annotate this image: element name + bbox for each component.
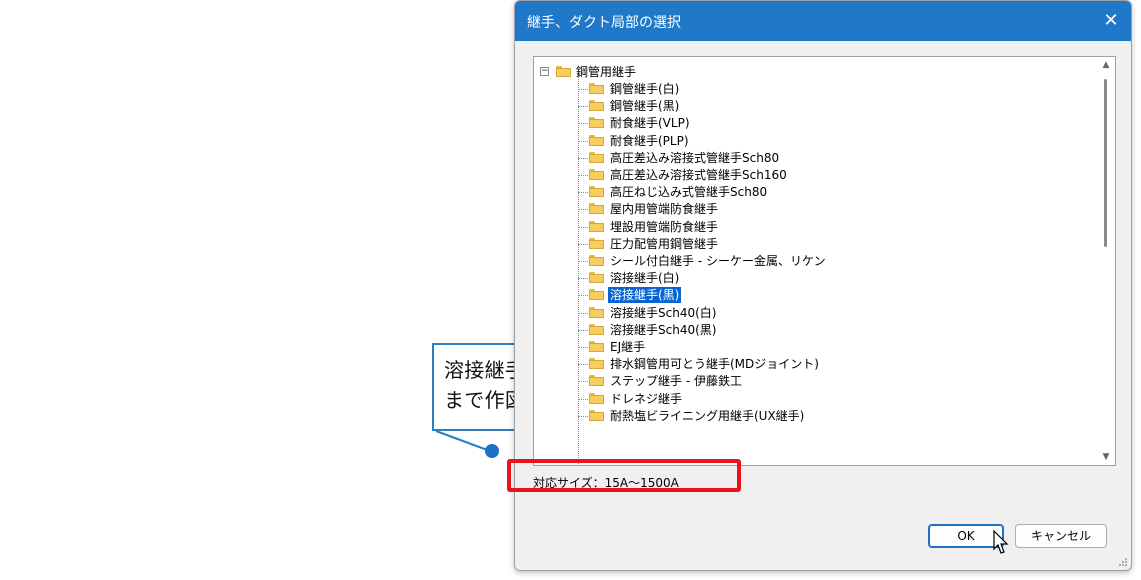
tree-item[interactable]: 高圧差込み溶接式管継手Sch160	[578, 167, 1108, 184]
tree-item-label: 溶接継手(白)	[610, 271, 680, 286]
scroll-up-icon[interactable]: ▲	[1100, 60, 1112, 70]
tree-connector	[578, 175, 588, 176]
tree-item-label: 高圧差込み溶接式管継手Sch80	[610, 150, 780, 165]
tree-item[interactable]: 溶接継手(白)	[578, 270, 1108, 287]
tree-item[interactable]: 耐食継手(PLP)	[578, 133, 1108, 150]
folder-icon	[589, 409, 604, 421]
folder-icon	[589, 134, 604, 146]
folder-icon	[556, 66, 571, 77]
tree-item-label: 高圧ねじ込み式管継手Sch80	[610, 185, 768, 200]
tree-connector	[578, 106, 588, 108]
tree-item[interactable]: EJ継手	[578, 339, 1108, 356]
collapse-icon[interactable]: −	[540, 67, 549, 76]
dialog-title: 継手、ダクト局部の選択	[527, 15, 681, 31]
folder-icon	[589, 186, 604, 198]
folder-icon	[589, 117, 604, 129]
tree-item-label: 鋼管継手(黒)	[610, 99, 680, 114]
fitting-tree[interactable]: − 鋼管用継手 鋼管継手(白) 鋼管継手(黒) 耐食継手(VLP) 耐食継手(PLP)…	[533, 56, 1116, 466]
tree-connector	[578, 381, 588, 383]
tree-item[interactable]: 耐熱塩ビライニング用継手(UX継手)	[578, 408, 1108, 425]
tree-item[interactable]: 鋼管継手(白)	[578, 81, 1108, 98]
tree-item[interactable]: 排水鋼管用可とう継手(MDジョイント)	[578, 356, 1108, 373]
folder-icon	[589, 323, 604, 335]
tree-connector	[578, 347, 588, 348]
tree-connector	[578, 295, 588, 297]
tree-item[interactable]: 溶接継手(黒)	[578, 286, 1108, 305]
tree-connector	[578, 364, 588, 366]
tree-item[interactable]: 溶接継手Sch40(白)	[578, 305, 1108, 322]
folder-icon	[589, 100, 604, 112]
tree-item-label: シール付白継手 - シーケー金属、リケン	[610, 254, 826, 268]
tree-item-label: 耐熱塩ビライニング用継手(UX継手)	[610, 408, 805, 423]
tree-connector	[578, 123, 588, 125]
tree-item[interactable]: 高圧差込み溶接式管継手Sch80	[578, 150, 1108, 167]
folder-icon	[589, 237, 604, 249]
tree-item-label: 溶接継手Sch40(黒)	[610, 322, 717, 337]
scroll-thumb[interactable]	[1104, 79, 1107, 247]
tree-item-label: 屋内用管端防食継手	[610, 202, 719, 217]
tree-item[interactable]: 屋内用管端防食継手	[578, 201, 1108, 218]
tree-root-label: 鋼管用継手	[576, 65, 637, 79]
folder-icon	[589, 83, 604, 94]
tree-item-label: 排水鋼管用可とう継手(MDジョイント)	[610, 357, 819, 372]
tree-connector	[578, 226, 588, 228]
tree-connector	[578, 89, 588, 90]
tree-item-label: 埋設用管端防食継手	[610, 219, 719, 234]
folder-icon	[589, 289, 604, 301]
folder-icon	[589, 220, 604, 232]
mouse-pointer-icon	[993, 530, 1009, 554]
folder-icon	[589, 341, 604, 352]
tree-item-label: EJ継手	[610, 340, 646, 354]
tree-item[interactable]: 鋼管継手(黒)	[578, 98, 1108, 115]
folder-icon	[589, 392, 604, 404]
tree-item[interactable]: シール付白継手 - シーケー金属、リケン	[578, 253, 1108, 270]
tree-item-label: 圧力配管用鋼管継手	[610, 236, 719, 251]
tree-connector	[578, 398, 588, 400]
tree-connector	[578, 312, 588, 314]
tree-item[interactable]: 埋設用管端防食継手	[578, 219, 1108, 236]
tree-item-label: 耐食継手(VLP)	[610, 116, 690, 131]
folder-icon	[589, 306, 604, 318]
folder-icon	[589, 358, 604, 370]
tree-item[interactable]: ドレネジ継手	[578, 391, 1108, 408]
folder-icon	[589, 203, 604, 215]
tree-content: − 鋼管用継手 鋼管継手(白) 鋼管継手(黒) 耐食継手(VLP) 耐食継手(PLP)…	[534, 57, 1097, 465]
tree-connector	[578, 261, 588, 262]
tree-item-label: 鋼管継手(白)	[610, 82, 680, 96]
tree-item[interactable]: 高圧ねじ込み式管継手Sch80	[578, 184, 1108, 201]
close-button[interactable]: ✕	[1091, 1, 1131, 41]
folder-icon	[589, 375, 604, 387]
vertical-scrollbar[interactable]: ▲ ▼	[1097, 57, 1115, 465]
tree-connector	[578, 243, 588, 245]
tree-item-label: ステップ継手 - 伊藤鉄工	[610, 374, 742, 389]
tree-connector	[578, 278, 588, 280]
tree-connector	[578, 140, 588, 142]
tree-item[interactable]: 耐食継手(VLP)	[578, 115, 1108, 132]
tree-item-label: 高圧差込み溶接式管継手Sch160	[610, 168, 787, 182]
tree-connector	[578, 415, 588, 417]
folder-icon	[589, 151, 604, 163]
tree-item-label: 溶接継手(黒)	[606, 286, 683, 305]
tree-item[interactable]: ステップ継手 - 伊藤鉄工	[578, 373, 1108, 390]
folder-icon	[589, 255, 604, 266]
tree-item-label: 耐食継手(PLP)	[610, 133, 689, 148]
dialog-titlebar: 継手、ダクト局部の選択 ✕	[515, 1, 1131, 41]
resize-grip-icon[interactable]	[1118, 557, 1128, 567]
scroll-down-icon[interactable]: ▼	[1100, 452, 1112, 462]
folder-icon	[589, 169, 604, 180]
cancel-button[interactable]: キャンセル	[1015, 524, 1107, 548]
size-highlight-box	[507, 459, 741, 492]
tree-item[interactable]: 圧力配管用鋼管継手	[578, 236, 1108, 253]
tree-item-label: 溶接継手Sch40(白)	[610, 305, 717, 320]
tree-connector	[578, 329, 588, 331]
tree-item[interactable]: 溶接継手Sch40(黒)	[578, 322, 1108, 339]
tree-connector	[578, 157, 588, 159]
tree-connector	[578, 192, 588, 194]
tree-connector	[578, 209, 588, 211]
tree-item-label: ドレネジ継手	[610, 391, 683, 406]
folder-icon	[589, 272, 604, 284]
